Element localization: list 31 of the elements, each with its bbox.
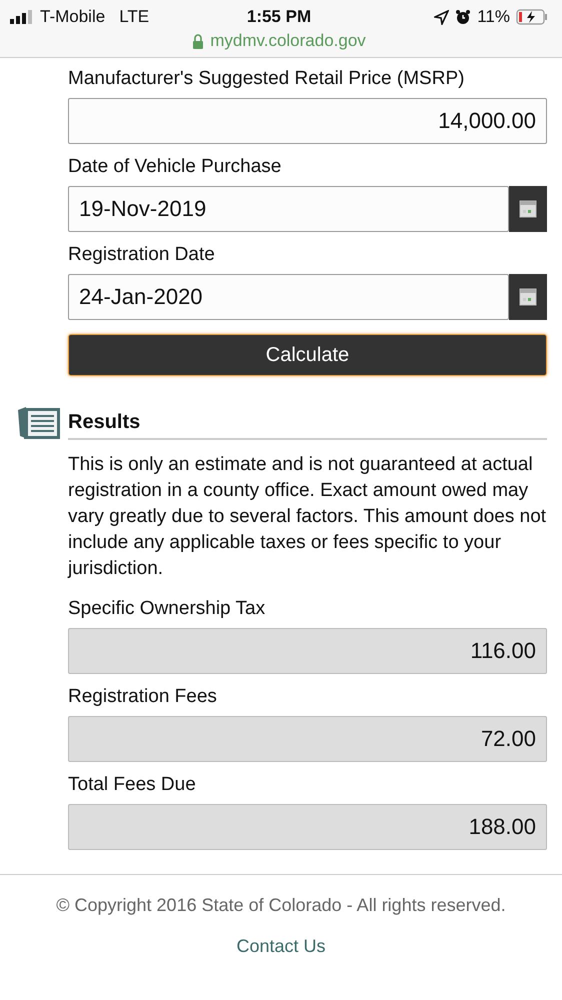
calendar-button[interactable] (509, 274, 547, 320)
document-icon (16, 406, 62, 440)
field-label: Registration Fees (68, 686, 218, 708)
contact-link[interactable]: Contact Us (236, 936, 326, 957)
result-field: 116.00 (68, 628, 547, 674)
battery-percent: 11% (477, 7, 510, 27)
lock-icon (192, 34, 204, 48)
field-label: Specific Ownership Tax (68, 598, 266, 620)
date-field[interactable]: 19-Nov-2019 (68, 186, 509, 232)
battery-icon (516, 9, 548, 25)
result-field: 72.00 (68, 716, 547, 762)
field-label: Total Fees Due (68, 774, 197, 796)
carrier-name: T-Mobile (40, 7, 106, 27)
calendar-button[interactable] (509, 186, 547, 232)
clock-time: 1:55 PM (246, 7, 312, 26)
network-type: LTE (119, 7, 150, 27)
calculate-button[interactable]: Calculate (68, 334, 547, 376)
field-label: Date of Vehicle Purchase (68, 156, 282, 178)
location-icon (434, 10, 450, 24)
result-field: 188.00 (68, 804, 547, 850)
field-label: Registration Date (68, 244, 216, 266)
results-heading: Results (68, 411, 140, 433)
calendar-icon (519, 200, 537, 218)
date-field[interactable]: 24-Jan-2020 (68, 274, 509, 320)
alarm-icon (455, 9, 472, 25)
calendar-icon (519, 288, 537, 306)
price-field[interactable]: 14,000.00 (68, 98, 547, 144)
copyright-text: © Copyright 2016 State of Colorado - All rights reserved. (55, 895, 507, 916)
disclaimer-text: This is only an estimate and is not guaranteed at actual registration in a county office. Exact amount owed may vary greatly due to several factors. This amount does not include any applicable taxes or fees specific to your jurisdiction. (68, 453, 547, 581)
signal-icon (10, 10, 34, 24)
field-label: Manufacturer's Suggested Retail Price (MSRP) (68, 68, 466, 90)
